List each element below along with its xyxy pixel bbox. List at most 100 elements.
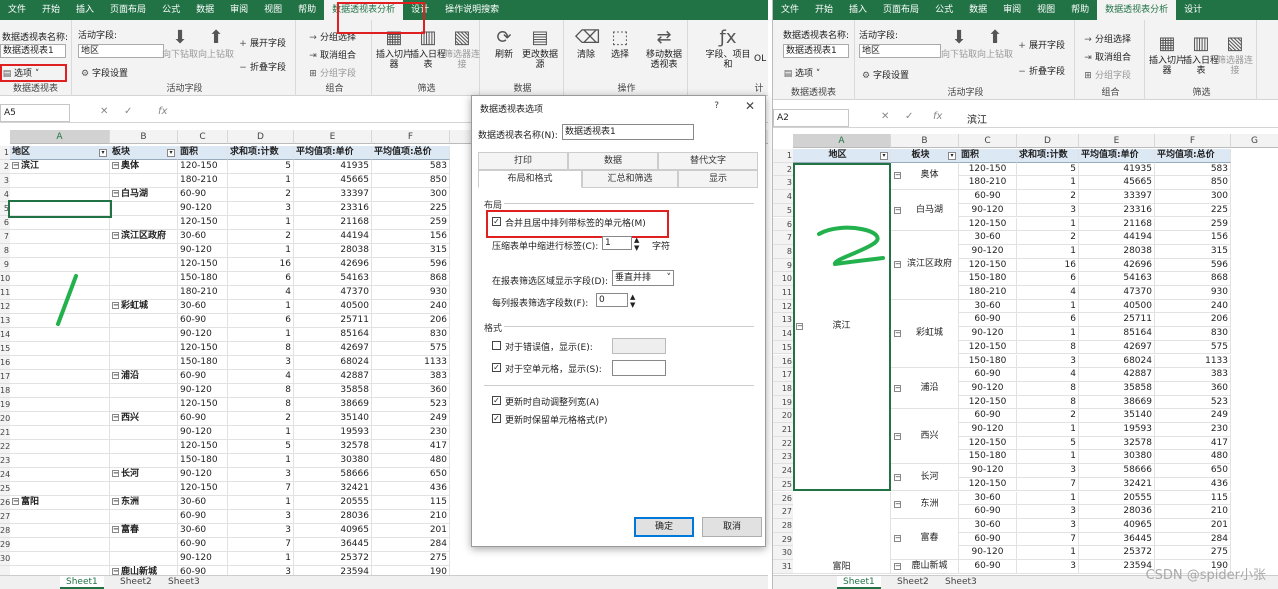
row-number[interactable]: 9 <box>0 258 10 272</box>
row-number[interactable]: 26 <box>0 496 10 510</box>
pivot-cell[interactable]: 120-150 <box>178 398 228 412</box>
pivot-cell[interactable] <box>10 342 110 356</box>
pivot-cell[interactable]: 7 <box>1017 477 1079 492</box>
pivot-cell[interactable]: 1 <box>1017 546 1079 560</box>
pivot-cell[interactable]: 32421 <box>1079 477 1155 492</box>
pivot-header-cell[interactable]: 地区 ▾ <box>10 146 110 160</box>
pivot-cell[interactable] <box>110 286 178 300</box>
options-button[interactable]: ▤ 选项 ˅ <box>783 66 821 80</box>
pivot-cell[interactable]: 35858 <box>1079 381 1155 396</box>
row-number[interactable]: 19 <box>773 395 793 410</box>
pivot-cell[interactable]: 25711 <box>1079 313 1155 328</box>
cancel-icon[interactable]: ✕ <box>881 111 889 122</box>
change-source-button[interactable]: ▤ 更改数据源 <box>522 28 558 71</box>
pivot-cell[interactable]: − 长河 <box>110 468 178 482</box>
row-number[interactable]: 30 <box>0 552 10 566</box>
pivot-cell[interactable] <box>110 174 178 188</box>
pivot-cell[interactable]: 25711 <box>294 314 372 328</box>
pivot-cell[interactable]: 32578 <box>294 440 372 454</box>
collapse-toggle-icon[interactable]: − <box>894 261 901 269</box>
row-number[interactable]: 27 <box>0 510 10 524</box>
collapse-toggle-icon[interactable]: − <box>112 568 119 575</box>
pivot-cell[interactable]: 44194 <box>294 230 372 244</box>
merged-region-cell[interactable]: 滨江 − <box>793 162 891 492</box>
ribbon-tab[interactable]: 数据透视表分析 <box>1097 0 1177 20</box>
pivot-header-cell[interactable]: 板块 ▾ <box>891 149 959 163</box>
pivot-cell[interactable]: 115 <box>1155 491 1231 506</box>
pivot-cell[interactable]: − 彩虹城 <box>110 300 178 314</box>
filter-count-input[interactable]: 0 <box>596 293 628 307</box>
ribbon-tab[interactable]: 帮助 <box>290 0 324 20</box>
pivot-cell[interactable]: 249 <box>1155 409 1231 423</box>
pivot-header-cell[interactable]: 平均值项:总价 <box>372 146 450 160</box>
pivot-cell[interactable] <box>10 440 110 454</box>
pivot-cell[interactable]: 90-120 <box>178 328 228 342</box>
pivot-cell[interactable]: 60-90 <box>959 313 1017 328</box>
pivot-cell[interactable]: 3 <box>228 468 294 482</box>
collapse-toggle-icon[interactable]: − <box>112 302 119 309</box>
pivot-cell[interactable]: 650 <box>372 468 450 482</box>
pivot-cell[interactable]: 3 <box>228 524 294 538</box>
collapse-toggle-icon[interactable]: − <box>796 323 803 331</box>
row-number[interactable]: 8 <box>773 244 793 259</box>
pivot-cell[interactable]: 8 <box>228 342 294 356</box>
pivot-cell[interactable]: 1 <box>1017 299 1079 314</box>
filter-dropdown-icon[interactable]: ▾ <box>948 152 956 160</box>
pivot-header-cell[interactable]: 平均值项:总价 <box>1155 149 1231 163</box>
pivot-cell[interactable] <box>110 272 178 286</box>
row-number[interactable]: 17 <box>773 368 793 382</box>
ribbon-tab[interactable]: 视图 <box>256 0 290 20</box>
pivot-cell[interactable] <box>110 258 178 272</box>
pivot-cell[interactable]: 68024 <box>1079 354 1155 369</box>
row-number[interactable]: 7 <box>773 231 793 245</box>
pivot-cell[interactable]: 6 <box>228 272 294 286</box>
pivot-cell[interactable] <box>10 482 110 496</box>
pivot-cell[interactable]: 120-150 <box>959 217 1017 232</box>
pivot-cell[interactable]: 156 <box>1155 231 1231 245</box>
pivot-cell[interactable]: 90-120 <box>959 327 1017 341</box>
pivot-cell[interactable]: 58666 <box>1079 464 1155 478</box>
pivot-cell[interactable]: 7 <box>228 538 294 552</box>
row-number[interactable]: 9 <box>773 258 793 273</box>
pivot-cell[interactable] <box>110 202 178 216</box>
pivot-cell[interactable]: 28036 <box>294 510 372 524</box>
collapse-toggle-icon[interactable]: − <box>12 498 19 505</box>
pivot-cell[interactable]: 575 <box>372 342 450 356</box>
pivot-cell[interactable]: 25372 <box>294 552 372 566</box>
pivot-cell[interactable]: 3 <box>228 202 294 216</box>
row-number[interactable]: 30 <box>773 546 793 560</box>
pivot-cell[interactable]: 3 <box>228 356 294 370</box>
ribbon-tab[interactable]: 页面布局 <box>875 0 927 20</box>
pivot-cell[interactable]: 36445 <box>1079 532 1155 547</box>
row-number[interactable]: 2 <box>0 160 10 174</box>
pivot-cell[interactable]: 40965 <box>294 524 372 538</box>
pivot-cell[interactable]: 275 <box>1155 546 1231 560</box>
pivot-cell[interactable]: 30-60 <box>178 300 228 314</box>
insert-timeline-button[interactable]: ▥ 插入日程表 <box>410 28 446 71</box>
pivot-cell[interactable]: 6 <box>228 314 294 328</box>
name-box[interactable]: A2 <box>773 109 849 127</box>
row-number[interactable]: 11 <box>773 286 793 300</box>
row-number[interactable]: 18 <box>773 381 793 396</box>
pivot-cell[interactable]: 1 <box>1017 176 1079 191</box>
pivot-cell[interactable]: 180-210 <box>178 286 228 300</box>
pivot-cell[interactable] <box>110 552 178 566</box>
pivot-cell[interactable]: 930 <box>372 286 450 300</box>
collapse-toggle-icon[interactable]: − <box>894 432 901 440</box>
pivot-cell[interactable] <box>10 244 110 258</box>
pivot-cell[interactable]: 90-120 <box>178 244 228 258</box>
pivot-cell[interactable]: 436 <box>372 482 450 496</box>
pivot-cell[interactable]: 206 <box>1155 313 1231 328</box>
pivot-cell[interactable]: 480 <box>1155 450 1231 465</box>
pivot-cell[interactable]: 25372 <box>1079 546 1155 560</box>
pivot-cell[interactable]: 150-180 <box>959 450 1017 465</box>
pivot-cell[interactable]: 40500 <box>294 300 372 314</box>
pivot-cell[interactable]: 1133 <box>372 356 450 370</box>
row-number[interactable]: 17 <box>0 370 10 384</box>
pivot-cell[interactable]: 3 <box>1017 464 1079 478</box>
pivot-cell[interactable]: 284 <box>1155 532 1231 547</box>
pivot-cell[interactable]: 36445 <box>294 538 372 552</box>
ribbon-tab[interactable]: 视图 <box>1029 0 1063 20</box>
pivot-cell[interactable]: 90-120 <box>959 423 1017 437</box>
pivot-cell[interactable]: 60-90 <box>959 409 1017 423</box>
